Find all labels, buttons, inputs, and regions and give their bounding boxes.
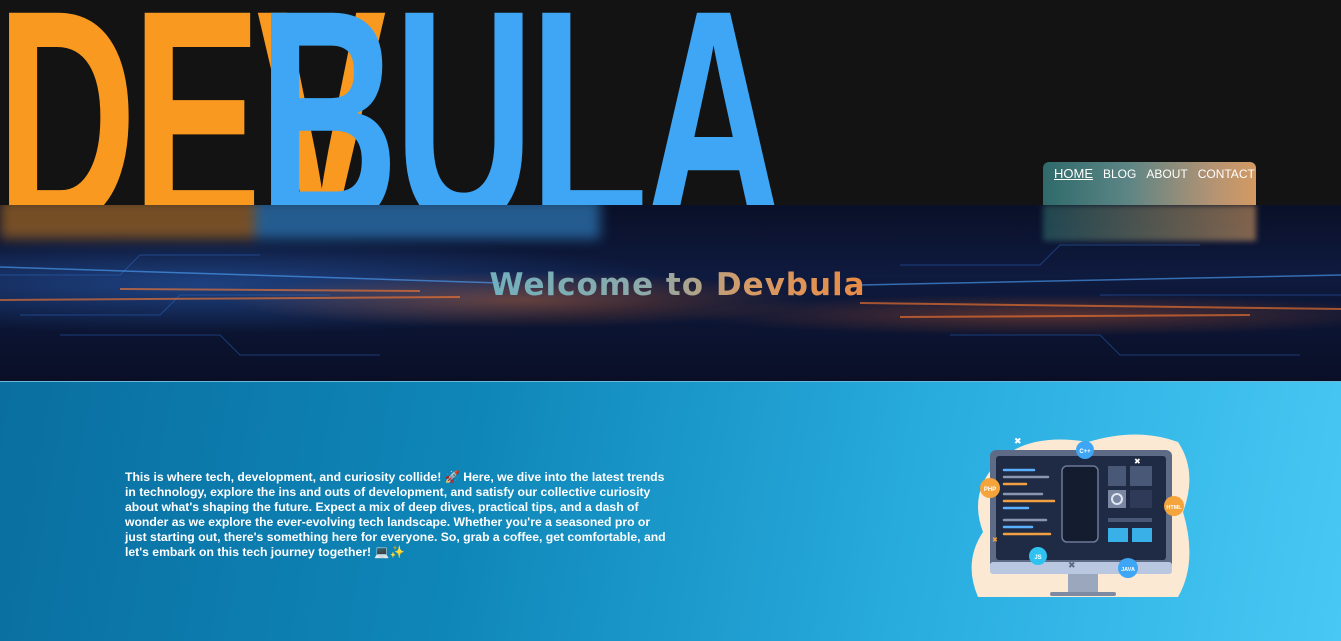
svg-text:HTML: HTML <box>1166 505 1182 511</box>
svg-text:✖: ✖ <box>992 536 998 544</box>
intro-paragraph: This is where tech, development, and cur… <box>125 470 666 559</box>
java-badge-icon: JAVA <box>1118 558 1138 578</box>
site-logo[interactable]: DEV BULA <box>0 0 784 205</box>
computer-illustration: C++ PHP HTML JS JAVA ✖ ✖ ✖ ✖ <box>971 434 1190 597</box>
svg-text:✖: ✖ <box>1134 457 1141 466</box>
main-nav: HOME BLOG ABOUT CONTACT <box>1043 162 1256 205</box>
site-header: DEV BULA HOME BLOG ABOUT CONTACT <box>0 0 1341 205</box>
js-badge-icon: JS <box>1029 547 1047 565</box>
intro-section: This is where tech, development, and cur… <box>0 381 1341 641</box>
logo-bula-text: BULA <box>258 0 784 205</box>
hero-title-text: Welcome to Devbula <box>475 267 865 303</box>
html-badge-icon: HTML <box>1164 496 1184 516</box>
hero-banner: Welcome to Devbula <box>0 205 1341 381</box>
nav-home-link[interactable]: HOME <box>1054 167 1093 205</box>
hero-title: Welcome to Devbula <box>0 267 1341 303</box>
php-badge-icon: PHP <box>980 478 1000 498</box>
nav-about-link[interactable]: ABOUT <box>1146 167 1187 205</box>
nav-blog-link[interactable]: BLOG <box>1103 167 1136 205</box>
nav-contact-link[interactable]: CONTACT <box>1198 167 1255 205</box>
cpp-badge-icon: C++ <box>1076 441 1094 459</box>
svg-text:✖: ✖ <box>1068 561 1076 571</box>
svg-text:✖: ✖ <box>1014 437 1022 447</box>
svg-text:C++: C++ <box>1079 449 1091 455</box>
svg-text:JAVA: JAVA <box>1121 567 1135 573</box>
svg-text:JS: JS <box>1034 555 1041 561</box>
svg-text:PHP: PHP <box>984 487 996 493</box>
